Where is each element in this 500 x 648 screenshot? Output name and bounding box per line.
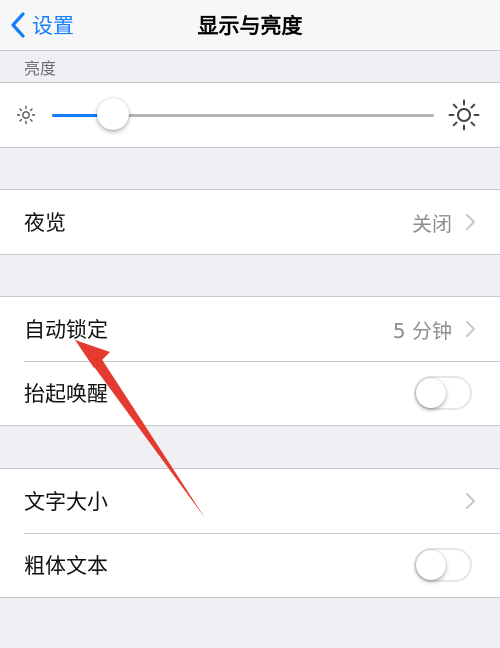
bold-text-toggle[interactable]	[414, 548, 472, 582]
toggle-knob	[416, 378, 446, 408]
text-size-row[interactable]: 文字大小	[0, 469, 500, 533]
brightness-header: 亮度	[24, 59, 57, 78]
sun-large-icon	[448, 99, 480, 131]
text-size-label: 文字大小	[24, 490, 108, 514]
page-title: 显示与亮度	[197, 14, 303, 38]
brightness-group	[0, 82, 500, 148]
lock-group: 自动锁定 5 分钟 抬起唤醒	[0, 296, 500, 426]
toggle-knob	[416, 550, 446, 580]
navigation-bar: 设置 显示与亮度	[0, 0, 500, 51]
chevron-right-icon	[466, 214, 475, 230]
night-shift-label: 夜览	[24, 211, 66, 235]
raise-to-wake-row: 抬起唤醒	[0, 361, 500, 425]
brightness-slider-thumb[interactable]	[97, 98, 130, 130]
chevron-right-icon	[466, 493, 475, 509]
raise-to-wake-label: 抬起唤醒	[24, 382, 108, 406]
auto-lock-row[interactable]: 自动锁定 5 分钟	[0, 297, 500, 361]
night-shift-row[interactable]: 夜览 关闭	[0, 190, 500, 254]
sun-small-icon	[16, 105, 36, 125]
night-shift-value: 关闭	[412, 211, 452, 236]
raise-to-wake-toggle[interactable]	[414, 376, 472, 410]
bold-text-label: 粗体文本	[24, 554, 108, 578]
auto-lock-value: 5 分钟	[392, 318, 452, 343]
text-group: 文字大小 粗体文本	[0, 468, 500, 598]
chevron-right-icon	[466, 321, 475, 337]
night-shift-group: 夜览 关闭	[0, 189, 500, 255]
brightness-slider-row	[0, 83, 500, 147]
auto-lock-label: 自动锁定	[24, 318, 108, 342]
bold-text-row: 粗体文本	[0, 533, 500, 597]
